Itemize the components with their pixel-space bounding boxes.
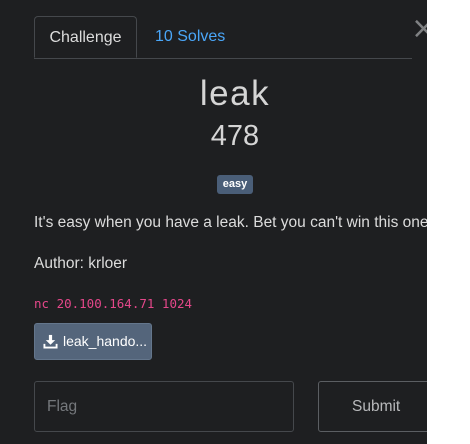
download-icon [43, 334, 58, 349]
tab-challenge[interactable]: Challenge [34, 16, 137, 58]
challenge-description: It's easy when you have a leak. Bet you … [34, 214, 427, 231]
badge-container: easy [0, 174, 427, 194]
challenge-author: Author: krloer [34, 255, 128, 272]
challenge-tabs: Challenge 10 Solves [34, 16, 412, 59]
flag-input[interactable] [34, 381, 294, 432]
challenge-points: 478 [210, 120, 260, 152]
challenge-title: leak [199, 74, 271, 113]
download-file-label: leak_hando... [63, 333, 148, 349]
close-icon[interactable]: × [411, 14, 427, 44]
connection-command: nc 20.100.164.71 1024 [34, 296, 193, 311]
tab-solves[interactable]: 10 Solves [155, 16, 225, 58]
challenge-modal: × Challenge 10 Solves leak 478 easy It's… [0, 0, 427, 444]
download-file-button[interactable]: leak_hando... [34, 323, 152, 360]
difficulty-badge: easy [216, 175, 254, 194]
submit-button[interactable]: Submit [318, 381, 427, 432]
